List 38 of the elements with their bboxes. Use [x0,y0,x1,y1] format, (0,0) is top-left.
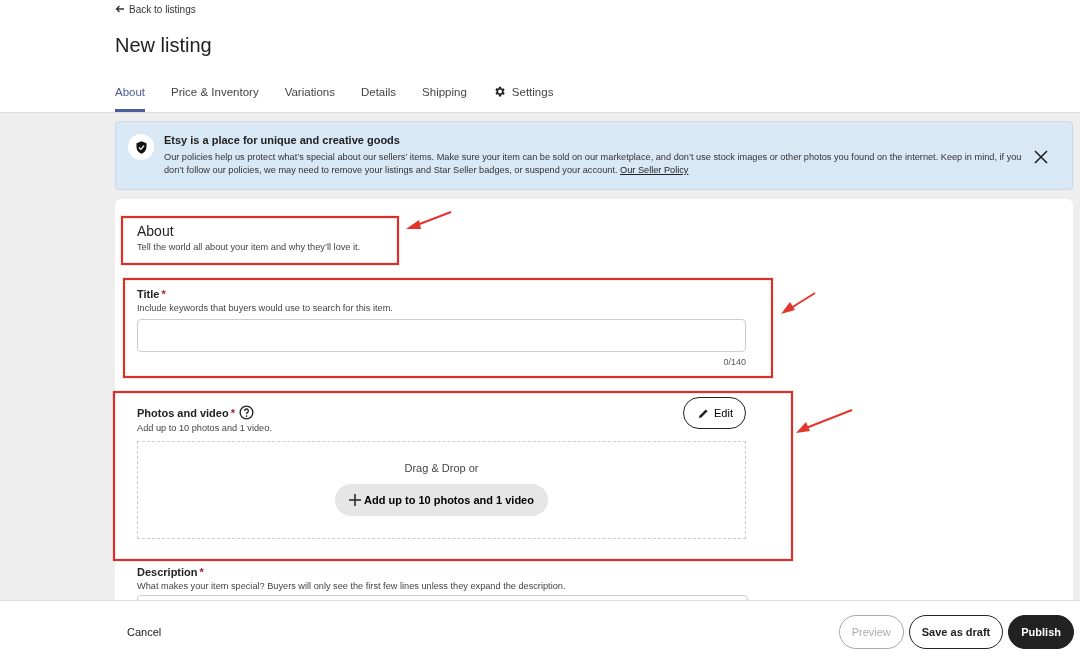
field-hint: Add up to 10 photos and 1 video. [137,423,272,433]
required-mark: * [161,288,166,300]
annotation-arrow [781,292,816,314]
close-icon[interactable] [1034,150,1048,164]
cancel-link[interactable]: Cancel [127,625,162,638]
tab[interactable]: Details [360,85,397,112]
tab[interactable]: Variations [284,85,335,112]
notice-title: Etsy is a place for unique and creative goods [164,134,401,146]
drop-text: Drag & Drop or [404,462,479,474]
seller-policy-link[interactable]: Our Seller Policy [620,165,689,175]
section-heading: About [137,223,175,239]
field-label: Title [137,288,160,300]
footer-button[interactable]: Publish [1008,614,1074,649]
required-mark: * [199,566,204,578]
section-subtitle: Tell the world all about your item and why they’ll love it. [137,242,362,252]
field-hint: Include keywords that buyers would use to search for this item. [137,303,394,313]
character-counter: 0/140 [722,357,746,367]
tab[interactable]: Shipping [422,85,467,112]
arrow-left-icon [115,4,125,14]
add-photos-button[interactable]: Add up to 10 photos and 1 video [335,484,548,516]
required-mark: * [230,406,235,419]
pencil-icon [698,407,710,419]
footer-button[interactable]: Save as draft [908,614,1004,649]
notice-text: Our policies help us protect what’s special about our sellers’ items. Make sure your item can be sold on our marketplace, and don’t use stock images or other photos you found on the internet. Keep in mind, if you don’t follow our policies, we may need to remove your listings and Star Seller badges, or suspend your account. Our Seller Policy [164,151,1023,177]
field-label: Photos and video [137,406,229,419]
plus-icon [349,494,362,506]
tab[interactable]: Price & Inventory [171,85,259,112]
field-label: Description [137,566,198,578]
back-link[interactable]: Back to listings [115,3,196,15]
drop-zone[interactable]: Drag & Drop or Add up to 10 photos and 1 video [137,441,746,539]
tab[interactable]: Settings [492,85,554,112]
annotation-arrow [406,211,452,229]
page-title: New listing [115,34,213,57]
edit-button[interactable]: Edit [683,397,746,429]
annotation-arrow [796,409,853,433]
field-hint: What makes your item special? Buyers will only see the first few lines unless they expand the description. [137,581,567,591]
help-icon[interactable] [238,405,254,420]
title-input[interactable] [137,319,746,352]
